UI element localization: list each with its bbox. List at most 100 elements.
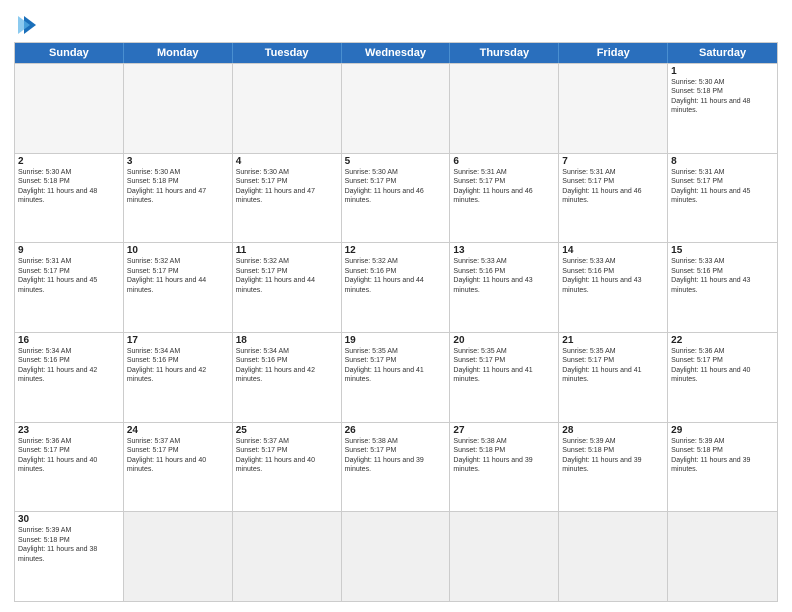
header-day-saturday: Saturday	[668, 43, 777, 63]
cell-info: Sunrise: 5:30 AMSunset: 5:18 PMDaylight:…	[671, 78, 774, 116]
calendar-cell: 12Sunrise: 5:32 AMSunset: 5:16 PMDayligh…	[342, 243, 451, 332]
cell-info: Sunrise: 5:35 AMSunset: 5:17 PMDaylight:…	[453, 347, 555, 385]
cell-info: Sunrise: 5:31 AMSunset: 5:17 PMDaylight:…	[671, 168, 774, 206]
calendar-header: SundayMondayTuesdayWednesdayThursdayFrid…	[15, 43, 777, 63]
header-day-tuesday: Tuesday	[233, 43, 342, 63]
cell-info: Sunrise: 5:30 AMSunset: 5:17 PMDaylight:…	[236, 168, 338, 206]
calendar-body: 1Sunrise: 5:30 AMSunset: 5:18 PMDaylight…	[15, 63, 777, 601]
logo	[14, 10, 38, 36]
calendar-cell: 22Sunrise: 5:36 AMSunset: 5:17 PMDayligh…	[668, 333, 777, 422]
cell-info: Sunrise: 5:32 AMSunset: 5:16 PMDaylight:…	[345, 257, 447, 295]
calendar-cell	[124, 64, 233, 153]
calendar-cell: 3Sunrise: 5:30 AMSunset: 5:18 PMDaylight…	[124, 154, 233, 243]
calendar-cell: 29Sunrise: 5:39 AMSunset: 5:18 PMDayligh…	[668, 423, 777, 512]
calendar-cell	[450, 64, 559, 153]
day-number: 16	[18, 335, 120, 346]
calendar-cell: 17Sunrise: 5:34 AMSunset: 5:16 PMDayligh…	[124, 333, 233, 422]
calendar-cell: 19Sunrise: 5:35 AMSunset: 5:17 PMDayligh…	[342, 333, 451, 422]
day-number: 21	[562, 335, 664, 346]
calendar-cell: 14Sunrise: 5:33 AMSunset: 5:16 PMDayligh…	[559, 243, 668, 332]
day-number: 23	[18, 425, 120, 436]
calendar-cell: 11Sunrise: 5:32 AMSunset: 5:17 PMDayligh…	[233, 243, 342, 332]
calendar-cell: 16Sunrise: 5:34 AMSunset: 5:16 PMDayligh…	[15, 333, 124, 422]
calendar-cell: 10Sunrise: 5:32 AMSunset: 5:17 PMDayligh…	[124, 243, 233, 332]
calendar-cell: 23Sunrise: 5:36 AMSunset: 5:17 PMDayligh…	[15, 423, 124, 512]
day-number: 10	[127, 245, 229, 256]
calendar-cell	[233, 512, 342, 601]
calendar-cell: 9Sunrise: 5:31 AMSunset: 5:17 PMDaylight…	[15, 243, 124, 332]
cell-info: Sunrise: 5:35 AMSunset: 5:17 PMDaylight:…	[562, 347, 664, 385]
cell-info: Sunrise: 5:39 AMSunset: 5:18 PMDaylight:…	[18, 526, 120, 564]
day-number: 9	[18, 245, 120, 256]
header-day-thursday: Thursday	[450, 43, 559, 63]
calendar-cell: 2Sunrise: 5:30 AMSunset: 5:18 PMDaylight…	[15, 154, 124, 243]
calendar-cell	[450, 512, 559, 601]
cell-info: Sunrise: 5:38 AMSunset: 5:17 PMDaylight:…	[345, 437, 447, 475]
cell-info: Sunrise: 5:33 AMSunset: 5:16 PMDaylight:…	[671, 257, 774, 295]
day-number: 25	[236, 425, 338, 436]
calendar-cell: 5Sunrise: 5:30 AMSunset: 5:17 PMDaylight…	[342, 154, 451, 243]
day-number: 18	[236, 335, 338, 346]
day-number: 30	[18, 514, 120, 525]
cell-info: Sunrise: 5:34 AMSunset: 5:16 PMDaylight:…	[127, 347, 229, 385]
calendar-cell: 1Sunrise: 5:30 AMSunset: 5:18 PMDaylight…	[668, 64, 777, 153]
cell-info: Sunrise: 5:33 AMSunset: 5:16 PMDaylight:…	[453, 257, 555, 295]
cell-info: Sunrise: 5:31 AMSunset: 5:17 PMDaylight:…	[562, 168, 664, 206]
day-number: 8	[671, 156, 774, 167]
day-number: 19	[345, 335, 447, 346]
cell-info: Sunrise: 5:37 AMSunset: 5:17 PMDaylight:…	[236, 437, 338, 475]
cell-info: Sunrise: 5:37 AMSunset: 5:17 PMDaylight:…	[127, 437, 229, 475]
day-number: 1	[671, 66, 774, 77]
cell-info: Sunrise: 5:34 AMSunset: 5:16 PMDaylight:…	[236, 347, 338, 385]
day-number: 17	[127, 335, 229, 346]
cell-info: Sunrise: 5:31 AMSunset: 5:17 PMDaylight:…	[453, 168, 555, 206]
day-number: 14	[562, 245, 664, 256]
calendar: SundayMondayTuesdayWednesdayThursdayFrid…	[14, 42, 778, 602]
header-day-monday: Monday	[124, 43, 233, 63]
page: SundayMondayTuesdayWednesdayThursdayFrid…	[0, 0, 792, 612]
cell-info: Sunrise: 5:31 AMSunset: 5:17 PMDaylight:…	[18, 257, 120, 295]
day-number: 26	[345, 425, 447, 436]
calendar-cell: 4Sunrise: 5:30 AMSunset: 5:17 PMDaylight…	[233, 154, 342, 243]
calendar-cell	[559, 64, 668, 153]
calendar-cell: 13Sunrise: 5:33 AMSunset: 5:16 PMDayligh…	[450, 243, 559, 332]
day-number: 29	[671, 425, 774, 436]
calendar-cell: 24Sunrise: 5:37 AMSunset: 5:17 PMDayligh…	[124, 423, 233, 512]
cell-info: Sunrise: 5:30 AMSunset: 5:18 PMDaylight:…	[18, 168, 120, 206]
cell-info: Sunrise: 5:36 AMSunset: 5:17 PMDaylight:…	[18, 437, 120, 475]
cell-info: Sunrise: 5:39 AMSunset: 5:18 PMDaylight:…	[671, 437, 774, 475]
calendar-cell: 18Sunrise: 5:34 AMSunset: 5:16 PMDayligh…	[233, 333, 342, 422]
cell-info: Sunrise: 5:33 AMSunset: 5:16 PMDaylight:…	[562, 257, 664, 295]
cell-info: Sunrise: 5:38 AMSunset: 5:18 PMDaylight:…	[453, 437, 555, 475]
calendar-cell: 15Sunrise: 5:33 AMSunset: 5:16 PMDayligh…	[668, 243, 777, 332]
calendar-cell: 7Sunrise: 5:31 AMSunset: 5:17 PMDaylight…	[559, 154, 668, 243]
calendar-week-4: 16Sunrise: 5:34 AMSunset: 5:16 PMDayligh…	[15, 332, 777, 422]
calendar-cell	[342, 64, 451, 153]
day-number: 12	[345, 245, 447, 256]
cell-info: Sunrise: 5:34 AMSunset: 5:16 PMDaylight:…	[18, 347, 120, 385]
cell-info: Sunrise: 5:30 AMSunset: 5:17 PMDaylight:…	[345, 168, 447, 206]
day-number: 28	[562, 425, 664, 436]
calendar-cell	[668, 512, 777, 601]
cell-info: Sunrise: 5:39 AMSunset: 5:18 PMDaylight:…	[562, 437, 664, 475]
calendar-week-6: 30Sunrise: 5:39 AMSunset: 5:18 PMDayligh…	[15, 511, 777, 601]
cell-info: Sunrise: 5:32 AMSunset: 5:17 PMDaylight:…	[236, 257, 338, 295]
day-number: 15	[671, 245, 774, 256]
logo-icon	[16, 14, 38, 36]
calendar-cell: 20Sunrise: 5:35 AMSunset: 5:17 PMDayligh…	[450, 333, 559, 422]
calendar-cell: 25Sunrise: 5:37 AMSunset: 5:17 PMDayligh…	[233, 423, 342, 512]
day-number: 7	[562, 156, 664, 167]
calendar-cell	[342, 512, 451, 601]
header-day-wednesday: Wednesday	[342, 43, 451, 63]
calendar-cell	[124, 512, 233, 601]
day-number: 4	[236, 156, 338, 167]
day-number: 22	[671, 335, 774, 346]
calendar-week-3: 9Sunrise: 5:31 AMSunset: 5:17 PMDaylight…	[15, 242, 777, 332]
cell-info: Sunrise: 5:36 AMSunset: 5:17 PMDaylight:…	[671, 347, 774, 385]
calendar-cell	[559, 512, 668, 601]
calendar-cell: 30Sunrise: 5:39 AMSunset: 5:18 PMDayligh…	[15, 512, 124, 601]
calendar-cell: 26Sunrise: 5:38 AMSunset: 5:17 PMDayligh…	[342, 423, 451, 512]
calendar-cell: 6Sunrise: 5:31 AMSunset: 5:17 PMDaylight…	[450, 154, 559, 243]
day-number: 2	[18, 156, 120, 167]
calendar-cell	[15, 64, 124, 153]
